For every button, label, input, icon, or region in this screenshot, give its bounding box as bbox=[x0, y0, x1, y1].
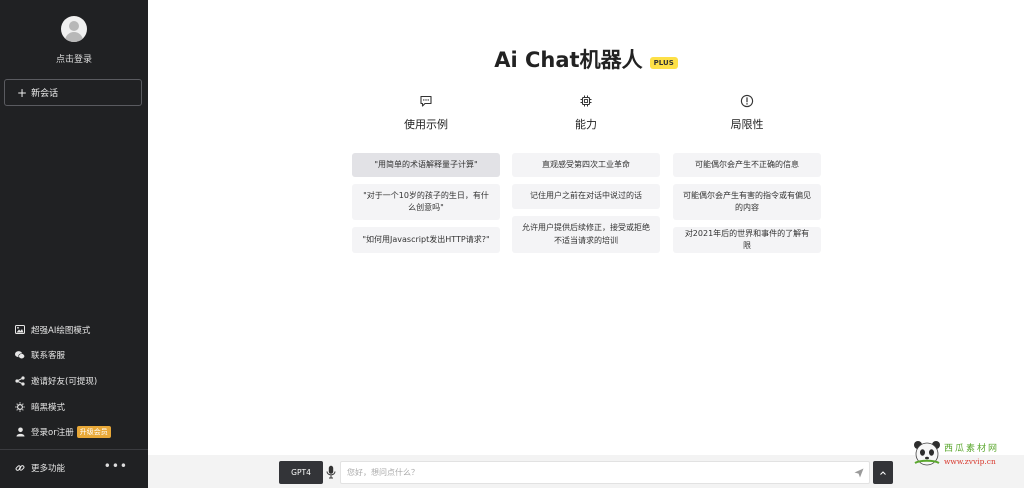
watermark-site-name: 西瓜素材网 bbox=[944, 444, 1000, 454]
sidebar-item-invite-friends[interactable]: 邀请好友(可提现) bbox=[0, 368, 148, 394]
sidebar: 点击登录 + 新会话 超强AI绘图模式 联系客服 邀请好友(可提现) 暗黑模式 … bbox=[0, 0, 148, 488]
watermark: 西瓜素材网 www.zvvip.cn bbox=[912, 438, 1016, 472]
sidebar-item-contact-support[interactable]: 联系客服 bbox=[0, 343, 148, 369]
capabilities-card-list: 直观感受第四次工业革命 记住用户之前在对话中说过的话 允许用户提供后续修正，接受… bbox=[512, 153, 660, 253]
sidebar-item-label: 邀请好友(可提现) bbox=[31, 376, 98, 387]
example-card[interactable]: "用简单的术语解释量子计算" bbox=[352, 153, 500, 177]
examples-card-list: "用简单的术语解释量子计算" "对于一个10岁的孩子的生日，有什么创意吗" "如… bbox=[352, 153, 500, 253]
sidebar-item-dark-mode[interactable]: 暗黑模式 bbox=[0, 394, 148, 420]
limitation-card: 可能偶尔会产生不正确的信息 bbox=[673, 153, 821, 177]
sidebar-item-label: 登录or注册 bbox=[31, 428, 74, 439]
microphone-icon[interactable] bbox=[326, 465, 336, 479]
panda-logo-icon bbox=[914, 441, 940, 466]
user-icon bbox=[15, 427, 25, 437]
chat-input[interactable] bbox=[340, 461, 870, 484]
sidebar-item-more-features[interactable]: 更多功能 ••• bbox=[0, 456, 148, 480]
sidebar-item-label: 超强AI绘图模式 bbox=[31, 325, 91, 336]
sidebar-item-label: 联系客服 bbox=[31, 351, 66, 362]
limitation-card: 对2021年后的世界和事件的了解有限 bbox=[673, 227, 821, 253]
upgrade-member-badge[interactable]: 升级会员 bbox=[76, 426, 111, 439]
sidebar-divider bbox=[0, 449, 148, 450]
plus-badge: PLUS bbox=[649, 57, 678, 69]
main-content: Ai Chat机器人 PLUS 使用示例 "用简单的术语解释量子计算" "对于一… bbox=[148, 0, 1024, 488]
capabilities-column-title: 能力 bbox=[575, 118, 597, 131]
more-options-icon[interactable]: ••• bbox=[104, 459, 128, 473]
sun-icon bbox=[15, 401, 25, 412]
scroll-up-button[interactable] bbox=[873, 461, 893, 484]
avatar[interactable] bbox=[61, 16, 87, 42]
profile-block[interactable]: 点击登录 bbox=[0, 16, 148, 65]
capability-card: 记住用户之前在对话中说过的话 bbox=[512, 184, 660, 209]
image-icon bbox=[15, 325, 25, 335]
example-card[interactable]: "如何用Javascript发出HTTP请求?" bbox=[352, 227, 500, 253]
sidebar-item-ai-drawing[interactable]: 超强AI绘图模式 bbox=[0, 317, 148, 343]
page-title: Ai Chat机器人 bbox=[494, 48, 643, 72]
share-icon bbox=[15, 376, 25, 386]
link-icon bbox=[15, 463, 25, 473]
chip-icon bbox=[580, 95, 592, 107]
sidebar-item-label: 暗黑模式 bbox=[31, 402, 66, 413]
input-bar: GPT4 bbox=[148, 455, 1024, 488]
message-icon bbox=[420, 95, 432, 107]
capabilities-column: 能力 直观感受第四次工业革命 记住用户之前在对话中说过的话 允许用户提供后续修正… bbox=[512, 94, 660, 260]
send-icon[interactable] bbox=[854, 468, 864, 478]
more-features-label: 更多功能 bbox=[31, 464, 66, 474]
page-title-block: Ai Chat机器人 PLUS bbox=[148, 44, 1024, 74]
warning-icon bbox=[740, 94, 754, 108]
avatar-body bbox=[65, 32, 83, 42]
wechat-icon bbox=[15, 350, 25, 360]
limitations-card-list: 可能偶尔会产生不正确的信息 可能偶尔会产生有害的指令或有偏见的内容 对2021年… bbox=[673, 153, 821, 253]
login-link[interactable]: 点击登录 bbox=[0, 52, 148, 65]
sidebar-menu: 超强AI绘图模式 联系客服 邀请好友(可提现) 暗黑模式 登录or注册 升级会员 bbox=[0, 317, 148, 445]
capability-card: 直观感受第四次工业革命 bbox=[512, 153, 660, 177]
examples-column: 使用示例 "用简单的术语解释量子计算" "对于一个10岁的孩子的生日，有什么创意… bbox=[352, 94, 500, 260]
examples-column-title: 使用示例 bbox=[404, 118, 448, 131]
sidebar-item-login-register[interactable]: 登录or注册 升级会员 bbox=[0, 419, 148, 445]
example-card[interactable]: "对于一个10岁的孩子的生日，有什么创意吗" bbox=[352, 184, 500, 220]
app-root: 点击登录 + 新会话 超强AI绘图模式 联系客服 邀请好友(可提现) 暗黑模式 … bbox=[0, 0, 1024, 488]
capability-card: 允许用户提供后续修正，接受或拒绝不适当请求的培训 bbox=[512, 216, 660, 253]
chevron-up-icon bbox=[880, 470, 886, 475]
model-select-button[interactable]: GPT4 bbox=[279, 461, 323, 484]
limitation-card: 可能偶尔会产生有害的指令或有偏见的内容 bbox=[673, 184, 821, 220]
avatar-head bbox=[69, 21, 79, 31]
limitations-column: 局限性 可能偶尔会产生不正确的信息 可能偶尔会产生有害的指令或有偏见的内容 对2… bbox=[673, 94, 821, 260]
watermark-url: www.zvvip.cn bbox=[944, 457, 996, 466]
new-chat-button[interactable]: + 新会话 bbox=[4, 79, 142, 106]
plus-icon: + bbox=[17, 85, 28, 100]
new-chat-label: 新会话 bbox=[31, 89, 59, 99]
limitations-column-title: 局限性 bbox=[730, 118, 764, 131]
